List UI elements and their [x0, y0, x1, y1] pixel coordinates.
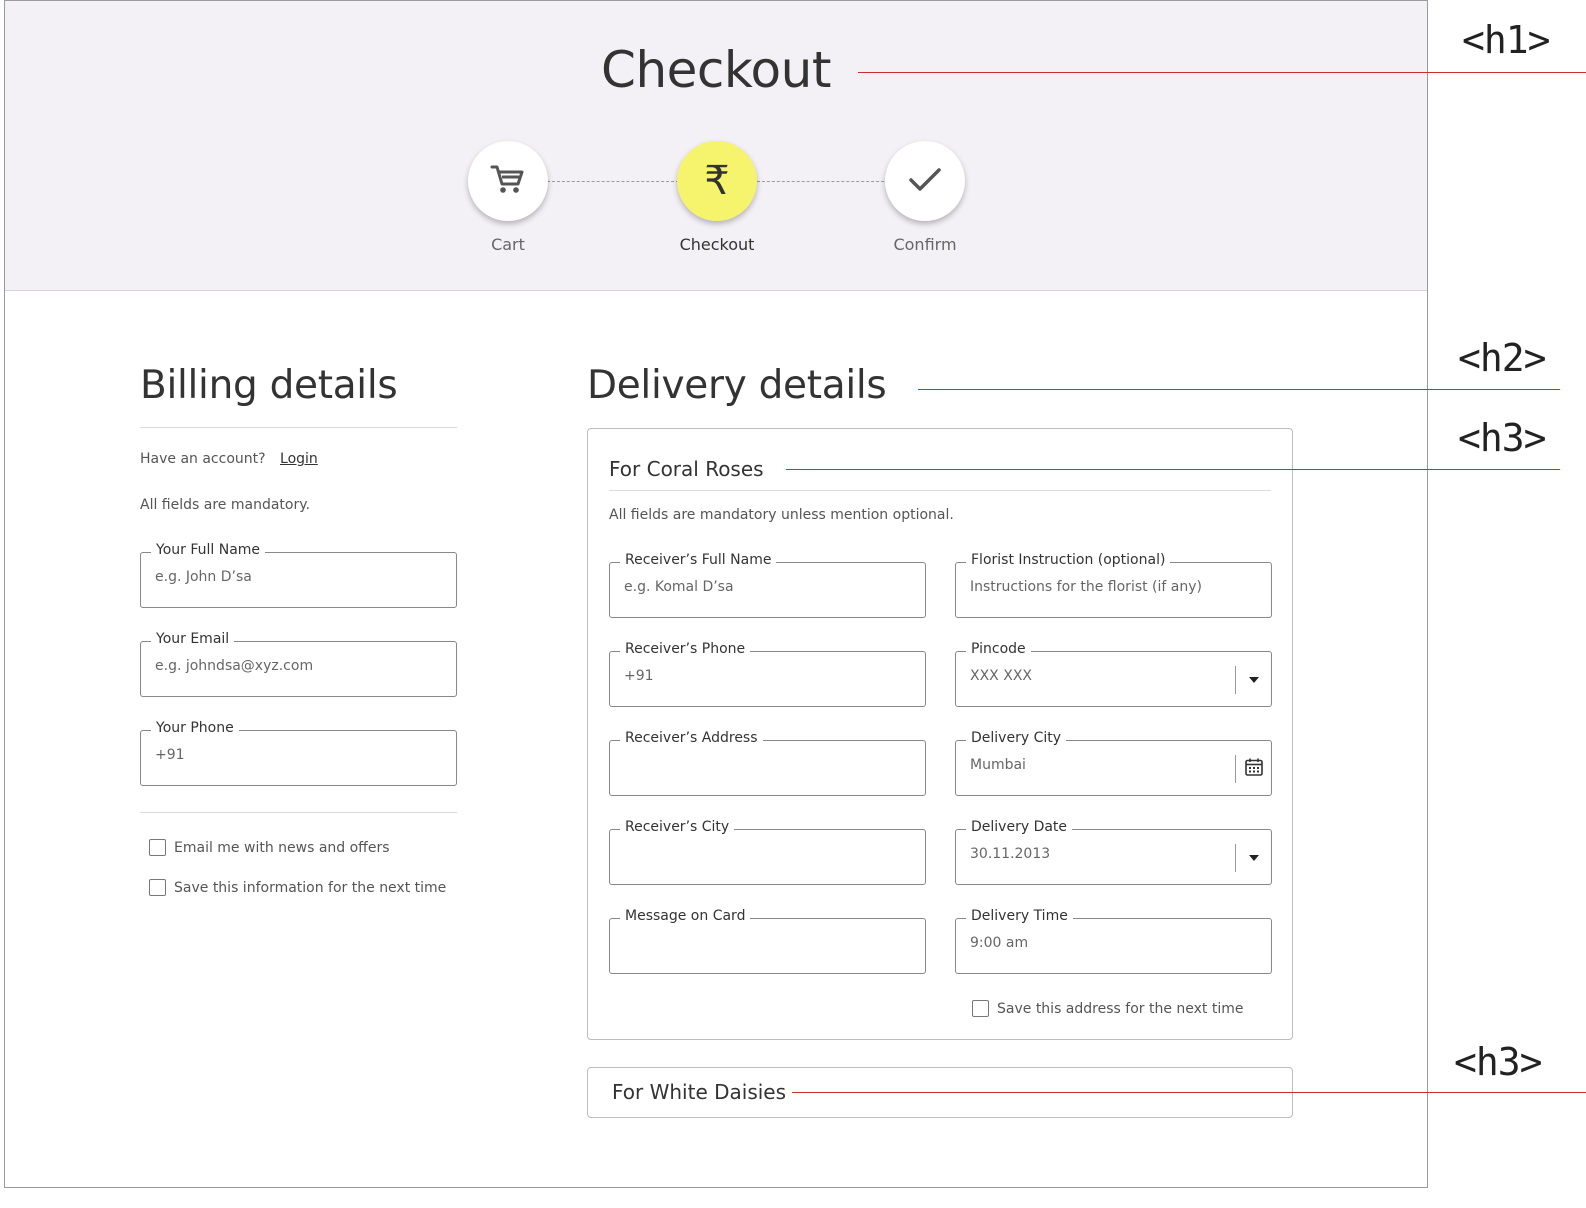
email-field[interactable]: Your Email: [140, 631, 457, 697]
field-label: Florist Instruction (optional): [966, 552, 1171, 568]
coral-roses-title: For Coral Roses: [609, 457, 764, 481]
annotation-line-h3: [786, 469, 1560, 470]
step-label-checkout: Checkout: [679, 235, 755, 254]
rupee-icon: ₹: [704, 158, 730, 204]
delivery-city-input[interactable]: [970, 757, 1225, 773]
checkbox-label: Email me with news and offers: [174, 839, 390, 856]
page-title: Checkout: [601, 41, 831, 99]
step-checkout-button[interactable]: ₹: [677, 141, 757, 221]
field-label: Your Email: [151, 631, 235, 647]
calendar-icon: [1244, 757, 1264, 781]
field-label: Receiver’s City: [620, 819, 735, 835]
calendar-button[interactable]: [1235, 755, 1271, 783]
step-label-confirm: Confirm: [893, 235, 957, 254]
checkbox-box[interactable]: [972, 1000, 989, 1017]
date-dropdown-button[interactable]: [1235, 844, 1271, 872]
step-connector: [757, 181, 889, 182]
billing-divider: [140, 427, 457, 428]
check-icon: [905, 159, 945, 203]
pincode-input[interactable]: [970, 668, 1225, 684]
billing-divider-bottom: [140, 812, 457, 813]
field-label: Message on Card: [620, 908, 751, 924]
step-confirm-button[interactable]: [885, 141, 965, 221]
field-label: Delivery City: [966, 730, 1067, 746]
annotation-line-h2: [918, 389, 1560, 390]
receiver-address-input[interactable]: [624, 757, 879, 773]
phone-field[interactable]: Your Phone: [140, 720, 457, 786]
email-input[interactable]: [155, 658, 410, 674]
phone-input[interactable]: [155, 747, 410, 763]
receiver-phone-input[interactable]: [624, 668, 879, 684]
florist-instruction-field[interactable]: Florist Instruction (optional): [955, 552, 1272, 618]
field-label: Delivery Date: [966, 819, 1073, 835]
checkbox-label: Save this address for the next time: [997, 1000, 1244, 1017]
coral-roses-card: For Coral Roses All fields are mandatory…: [587, 428, 1293, 1040]
account-prompt: Have an account? Login: [140, 451, 318, 467]
chevron-down-icon: [1248, 855, 1259, 861]
billing-mandatory-note: All fields are mandatory.: [140, 497, 310, 513]
delivery-time-field[interactable]: Delivery Time: [955, 908, 1272, 974]
login-link[interactable]: Login: [280, 451, 318, 467]
field-label: Receiver’s Full Name: [620, 552, 777, 568]
card-divider: [609, 490, 1271, 491]
delivery-city-field[interactable]: Delivery City: [955, 730, 1272, 796]
annotation-h3: <h3>: [1454, 1040, 1543, 1084]
field-label: Delivery Time: [966, 908, 1073, 924]
florist-instruction-input[interactable]: [970, 579, 1261, 595]
save-info-checkbox[interactable]: Save this information for the next time: [149, 879, 446, 896]
annotation-line-h3: [792, 1092, 1586, 1093]
save-address-checkbox[interactable]: Save this address for the next time: [972, 1000, 1243, 1017]
step-connector: [547, 181, 679, 182]
checkout-page: Checkout ₹ Cart Checkout Confirm Billing…: [4, 0, 1428, 1188]
card-message-field[interactable]: Message on Card: [609, 908, 926, 974]
cart-icon: [488, 159, 528, 203]
chevron-down-icon: [1248, 677, 1259, 683]
checkbox-box[interactable]: [149, 879, 166, 896]
receiver-address-field[interactable]: Receiver’s Address: [609, 730, 926, 796]
annotation-h1: <h1>: [1462, 18, 1551, 62]
full-name-field[interactable]: Your Full Name: [140, 542, 457, 608]
annotation-h3: <h3>: [1458, 416, 1547, 460]
news-offers-checkbox[interactable]: Email me with news and offers: [149, 839, 390, 856]
receiver-city-field[interactable]: Receiver’s City: [609, 819, 926, 885]
step-label-cart: Cart: [491, 235, 525, 254]
full-name-input[interactable]: [155, 569, 410, 585]
pincode-dropdown-button[interactable]: [1235, 666, 1271, 694]
field-label: Your Phone: [151, 720, 239, 736]
step-cart-button[interactable]: [468, 141, 548, 221]
receiver-city-input[interactable]: [624, 846, 879, 862]
checkbox-box[interactable]: [149, 839, 166, 856]
field-label: Receiver’s Phone: [620, 641, 751, 657]
delivery-time-input[interactable]: [970, 935, 1225, 951]
checkout-header: Checkout ₹ Cart Checkout Confirm: [5, 1, 1427, 291]
card-message-input[interactable]: [624, 935, 879, 951]
receiver-name-input[interactable]: [624, 579, 879, 595]
white-daisies-title: For White Daisies: [612, 1080, 787, 1104]
delivery-mandatory-note: All fields are mandatory unless mention …: [609, 507, 954, 523]
delivery-date-field[interactable]: Delivery Date: [955, 819, 1272, 885]
annotation-h2: <h2>: [1458, 336, 1547, 380]
delivery-title: Delivery details: [587, 363, 887, 408]
checkbox-label: Save this information for the next time: [174, 879, 447, 896]
receiver-phone-field[interactable]: Receiver’s Phone: [609, 641, 926, 707]
account-prompt-text: Have an account?: [140, 451, 266, 467]
billing-title: Billing details: [140, 363, 398, 408]
pincode-field[interactable]: Pincode: [955, 641, 1272, 707]
receiver-name-field[interactable]: Receiver’s Full Name: [609, 552, 926, 618]
field-label: Receiver’s Address: [620, 730, 763, 746]
field-label: Pincode: [966, 641, 1031, 657]
field-label: Your Full Name: [151, 542, 266, 558]
delivery-date-input[interactable]: [970, 846, 1225, 862]
annotation-line-h1: [858, 72, 1586, 73]
